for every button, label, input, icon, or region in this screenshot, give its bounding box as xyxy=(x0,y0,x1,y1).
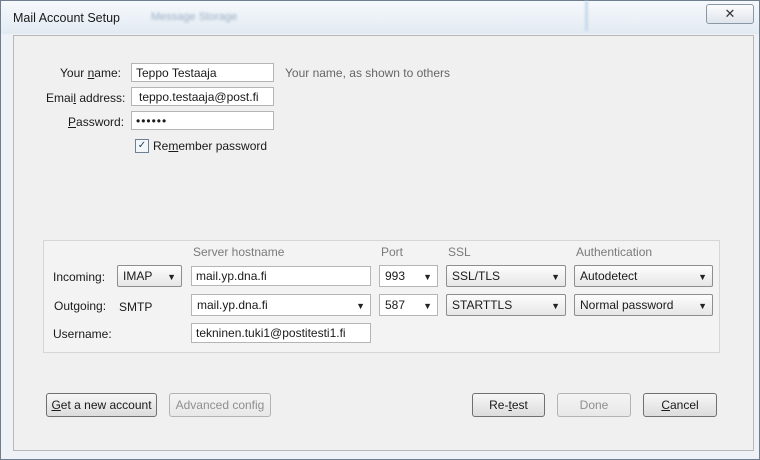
outgoing-port-dropdown[interactable]: 587 ▼ xyxy=(379,294,438,316)
cancel-button[interactable]: Cancel xyxy=(643,393,717,417)
chevron-down-icon: ▼ xyxy=(423,272,432,282)
incoming-auth-dropdown[interactable]: Autodetect ▼ xyxy=(574,265,713,287)
checkmark-icon: ✓ xyxy=(137,140,147,151)
window-title: Mail Account Setup xyxy=(13,11,121,25)
outgoing-label: Outgoing: xyxy=(54,299,107,313)
outgoing-hostname-value: mail.yp.dna.fi xyxy=(197,298,268,312)
chevron-down-icon: ▼ xyxy=(167,272,176,282)
your-name-field[interactable]: Teppo Testaaja xyxy=(131,63,274,82)
outgoing-auth-dropdown[interactable]: Normal password ▼ xyxy=(574,294,713,316)
incoming-port-value: 993 xyxy=(385,269,406,283)
close-icon: ✕ xyxy=(724,6,736,21)
chevron-down-icon: ▼ xyxy=(551,301,560,311)
title-bar: Mail Account Setup Message Storage ✕ xyxy=(1,1,759,34)
remember-password-label: Remember password xyxy=(153,139,268,153)
incoming-ssl-dropdown[interactable]: SSL/TLS ▼ xyxy=(446,265,566,287)
chevron-down-icon: ▼ xyxy=(698,301,707,311)
incoming-label: Incoming: xyxy=(53,270,106,284)
get-new-account-button[interactable]: Get a new account xyxy=(46,393,157,417)
authentication-header: Authentication xyxy=(576,245,653,259)
email-address-field[interactable]: teppo.testaaja@post.fi xyxy=(131,87,274,106)
chevron-down-icon: ▼ xyxy=(423,301,432,311)
incoming-protocol-dropdown[interactable]: IMAP ▼ xyxy=(117,265,182,287)
incoming-ssl-value: SSL/TLS xyxy=(452,269,501,283)
chevron-down-icon: ▼ xyxy=(356,301,365,311)
chevron-down-icon: ▼ xyxy=(698,272,707,282)
incoming-protocol-value: IMAP xyxy=(123,269,153,283)
advanced-config-button[interactable]: Advanced config xyxy=(169,393,271,417)
password-field[interactable]: •••••• xyxy=(131,111,274,130)
outgoing-hostname-dropdown[interactable]: mail.yp.dna.fi ▼ xyxy=(191,294,371,316)
done-button[interactable]: Done xyxy=(557,393,631,417)
email-address-label: Email address: xyxy=(46,91,126,105)
ssl-header: SSL xyxy=(448,245,471,259)
remember-password-checkbox[interactable]: ✓ xyxy=(135,139,149,153)
port-header: Port xyxy=(381,245,404,259)
chevron-down-icon: ▼ xyxy=(551,272,560,282)
username-field[interactable]: tekninen.tuki1@postitesti1.fi xyxy=(191,323,371,343)
incoming-hostname-field[interactable]: mail.yp.dna.fi xyxy=(191,266,371,286)
background-window-title: Message Storage xyxy=(151,11,238,23)
password-label: Password: xyxy=(68,115,125,129)
outgoing-auth-value: Normal password xyxy=(580,298,674,312)
server-hostname-header: Server hostname xyxy=(193,245,285,259)
your-name-hint: Your name, as shown to others xyxy=(285,66,450,80)
outgoing-protocol: SMTP xyxy=(119,300,153,314)
outgoing-port-value: 587 xyxy=(385,298,406,312)
background-window-edge xyxy=(585,1,588,31)
retest-button[interactable]: Re-test xyxy=(472,393,545,417)
username-label: Username: xyxy=(53,327,112,341)
outgoing-ssl-dropdown[interactable]: STARTTLS ▼ xyxy=(446,294,566,316)
incoming-auth-value: Autodetect xyxy=(580,269,638,283)
close-button[interactable]: ✕ xyxy=(706,4,754,24)
your-name-label: Your name: xyxy=(60,66,121,80)
outgoing-ssl-value: STARTTLS xyxy=(452,298,513,312)
incoming-port-dropdown[interactable]: 993 ▼ xyxy=(379,265,438,287)
